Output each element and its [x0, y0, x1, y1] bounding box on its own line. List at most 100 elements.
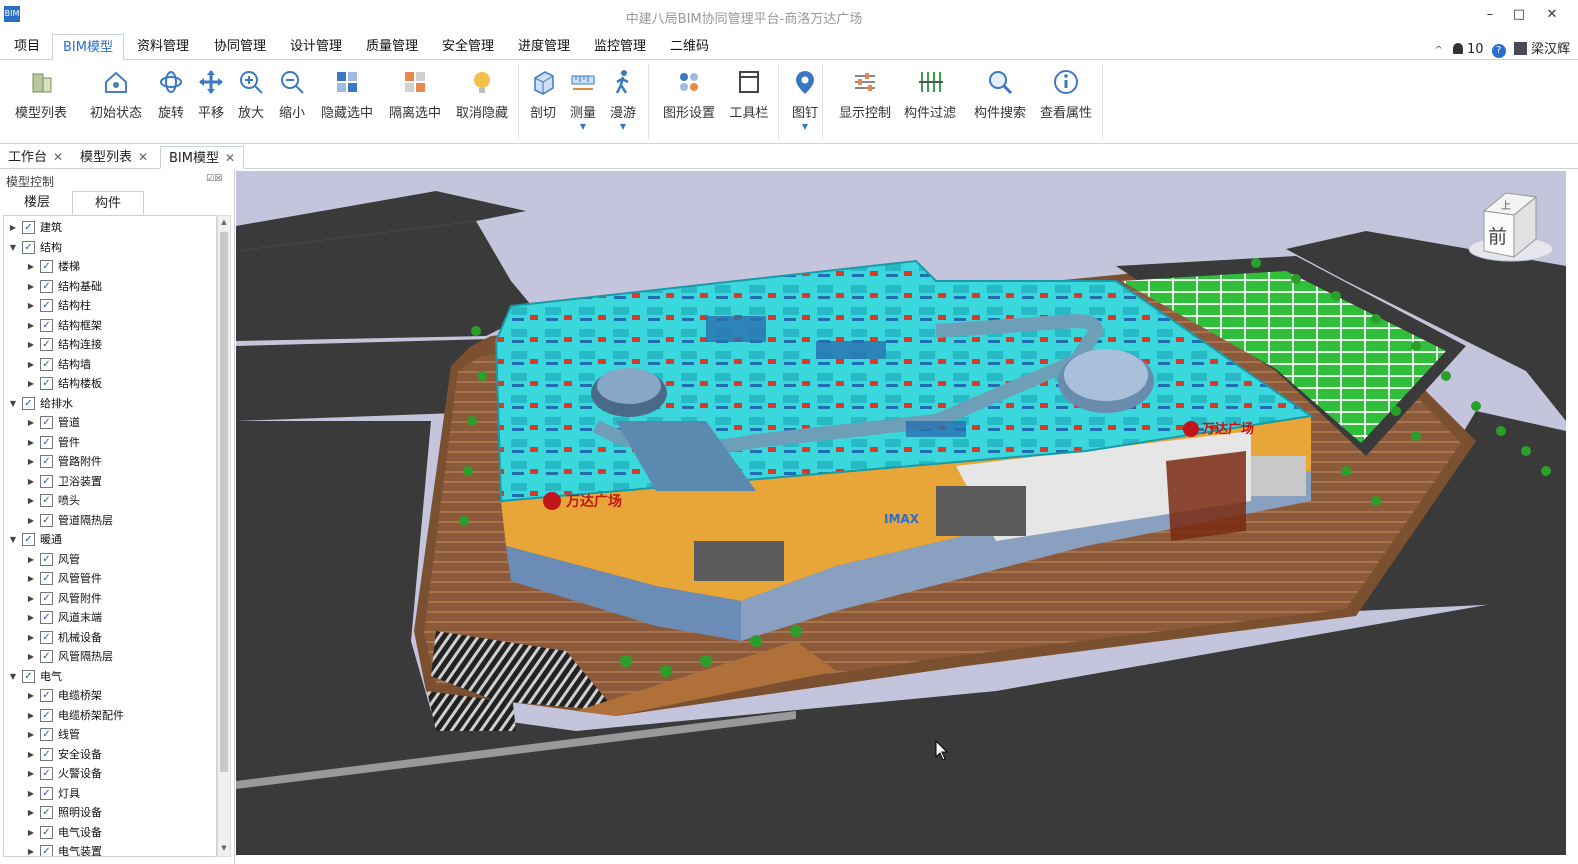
ribbon-button-4[interactable]: 放大 — [234, 64, 268, 140]
tree-node[interactable]: ▶ ✓ 机械设备 — [4, 628, 216, 647]
tree-checkbox[interactable]: ✓ — [40, 338, 53, 351]
tree-checkbox[interactable]: ✓ — [40, 591, 53, 605]
chevron-right-icon[interactable]: ▶ — [26, 335, 36, 354]
tree-node[interactable]: ▶ ✓ 电缆桥架 — [4, 686, 216, 705]
chevron-right-icon[interactable]: ▶ — [26, 277, 36, 296]
tree-checkbox[interactable]: ✓ — [22, 240, 35, 254]
tree-checkbox[interactable]: ✓ — [40, 377, 53, 390]
menu-item-9[interactable]: 二维码 — [660, 34, 719, 60]
user-name[interactable]: 梁汉辉 — [1531, 42, 1570, 57]
tree-checkbox[interactable]: ✓ — [40, 318, 53, 332]
tree-node[interactable]: ▶ ✓ 电气设备 — [4, 823, 216, 842]
tree-node[interactable]: ▶ ✓ 管路附件 — [4, 452, 216, 471]
chevron-right-icon[interactable]: ▶ — [26, 257, 36, 276]
tree-node[interactable]: ▶ ✓ 管道 — [4, 413, 216, 432]
scroll-thumb[interactable] — [220, 232, 228, 772]
chevron-right-icon[interactable]: ▶ — [26, 725, 36, 744]
tree-node[interactable]: ▶ ✓ 电气装置 — [4, 842, 216, 856]
chevron-right-icon[interactable]: ▶ — [26, 764, 36, 783]
ribbon-button-15[interactable]: 显示控制 — [832, 64, 898, 140]
menu-item-4[interactable]: 设计管理 — [280, 34, 352, 60]
collapse-ribbon-icon[interactable]: ^ — [1434, 45, 1442, 56]
tree-node[interactable]: ▶ ✓ 卫浴装置 — [4, 472, 216, 491]
tree-node[interactable]: ▼ ✓ 电气 — [4, 667, 216, 686]
chevron-right-icon[interactable]: ▶ — [26, 413, 36, 432]
tree-checkbox[interactable]: ✓ — [40, 260, 53, 273]
ribbon-button-17[interactable]: 构件搜索 — [966, 64, 1034, 140]
chevron-right-icon[interactable]: ▶ — [26, 374, 36, 393]
tree-node[interactable]: ▶ ✓ 电缆桥架配件 — [4, 706, 216, 725]
tree-checkbox[interactable]: ✓ — [40, 767, 53, 780]
chevron-down-icon[interactable]: ▼ — [8, 530, 18, 549]
view-cube[interactable]: 上 前 — [1468, 192, 1554, 262]
menu-item-1[interactable]: BIM模型 — [52, 34, 124, 61]
avatar[interactable] — [1513, 42, 1527, 55]
tree-checkbox[interactable]: ✓ — [40, 650, 53, 663]
tree-checkbox[interactable]: ✓ — [22, 221, 35, 234]
tree-checkbox[interactable]: ✓ — [40, 416, 53, 429]
ribbon-button-5[interactable]: 缩小 — [274, 64, 310, 140]
chevron-down-icon[interactable]: ▼ — [8, 238, 18, 257]
ribbon-button-18[interactable]: 查看属性 — [1034, 64, 1098, 140]
notification-count[interactable]: 10 — [1467, 42, 1484, 57]
menu-item-3[interactable]: 协同管理 — [204, 34, 276, 60]
chevron-right-icon[interactable]: ▶ — [26, 550, 36, 569]
chevron-right-icon[interactable]: ▶ — [26, 452, 36, 471]
tree-checkbox[interactable]: ✓ — [40, 630, 53, 644]
ribbon-button-10[interactable]: 测量 ▼ — [564, 64, 602, 140]
tree-node[interactable]: ▶ ✓ 风道末端 — [4, 608, 216, 627]
menu-item-0[interactable]: 项目 — [4, 34, 50, 60]
chevron-right-icon[interactable]: ▶ — [26, 472, 36, 491]
bell-icon[interactable] — [1452, 43, 1463, 54]
tree-node[interactable]: ▶ ✓ 灯具 — [4, 784, 216, 803]
tree-checkbox[interactable]: ✓ — [40, 357, 53, 371]
chevron-right-icon[interactable]: ▶ — [26, 296, 36, 315]
tree-checkbox[interactable]: ✓ — [22, 533, 35, 546]
tree-checkbox[interactable]: ✓ — [40, 455, 53, 468]
chevron-down-icon[interactable]: ▼ — [8, 667, 18, 686]
ribbon-button-13[interactable]: 工具栏 — [722, 64, 776, 140]
tree-node[interactable]: ▶ ✓ 管道隔热层 — [4, 511, 216, 530]
ribbon-button-7[interactable]: 隔离选中 — [384, 64, 446, 140]
chevron-right-icon[interactable]: ▶ — [26, 745, 36, 764]
tree-node[interactable]: ▶ ✓ 风管 — [4, 550, 216, 569]
ribbon-button-11[interactable]: 漫游 ▼ — [604, 64, 642, 140]
doc-tab-0[interactable]: 工作台 ✕ — [0, 146, 71, 169]
tree-checkbox[interactable]: ✓ — [40, 611, 53, 624]
tree-node[interactable]: ▶ ✓ 建筑 — [4, 218, 216, 237]
ribbon-button-2[interactable]: 旋转 — [152, 64, 190, 140]
ribbon-button-16[interactable]: 构件过滤 — [898, 64, 962, 140]
tree-node[interactable]: ▶ ✓ 楼梯 — [4, 257, 216, 276]
tree-node[interactable]: ▼ ✓ 结构 — [4, 238, 216, 257]
ribbon-button-8[interactable]: 取消隐藏 — [450, 64, 514, 140]
tree-checkbox[interactable]: ✓ — [40, 728, 53, 741]
tree-node[interactable]: ▶ ✓ 风管管件 — [4, 569, 216, 588]
tree-checkbox[interactable]: ✓ — [40, 513, 53, 527]
chevron-down-icon[interactable]: ▼ — [8, 394, 18, 413]
tree-node[interactable]: ▶ ✓ 结构墙 — [4, 355, 216, 374]
tree-checkbox[interactable]: ✓ — [40, 825, 53, 839]
chevron-right-icon[interactable]: ▶ — [26, 686, 36, 705]
tree-node[interactable]: ▶ ✓ 结构连接 — [4, 335, 216, 354]
menu-item-5[interactable]: 质量管理 — [356, 34, 428, 60]
chevron-right-icon[interactable]: ▶ — [26, 355, 36, 374]
chevron-right-icon[interactable]: ▶ — [26, 316, 36, 335]
viewcube-front-label[interactable]: 前 — [1488, 226, 1507, 248]
tree-checkbox[interactable]: ✓ — [40, 572, 53, 585]
close-icon[interactable]: ✕ — [53, 150, 63, 164]
chevron-right-icon[interactable]: ▶ — [26, 823, 36, 842]
maximize-button[interactable]: □ — [1505, 4, 1533, 26]
menu-item-6[interactable]: 安全管理 — [432, 34, 504, 60]
tree-node[interactable]: ▶ ✓ 风管隔热层 — [4, 647, 216, 666]
tree-checkbox[interactable]: ✓ — [40, 435, 53, 449]
tree-node[interactable]: ▼ ✓ 给排水 — [4, 394, 216, 413]
tree-checkbox[interactable]: ✓ — [40, 747, 53, 761]
tree-checkbox[interactable]: ✓ — [40, 845, 53, 856]
scroll-down-icon[interactable]: ▼ — [219, 844, 229, 852]
viewcube-top-label[interactable]: 上 — [1501, 200, 1511, 212]
tree-checkbox[interactable]: ✓ — [22, 396, 35, 410]
close-window-button[interactable]: ✕ — [1538, 4, 1566, 26]
tree-node[interactable]: ▶ ✓ 照明设备 — [4, 803, 216, 822]
chevron-right-icon[interactable]: ▶ — [26, 433, 36, 452]
ribbon-button-3[interactable]: 平移 — [194, 64, 228, 140]
